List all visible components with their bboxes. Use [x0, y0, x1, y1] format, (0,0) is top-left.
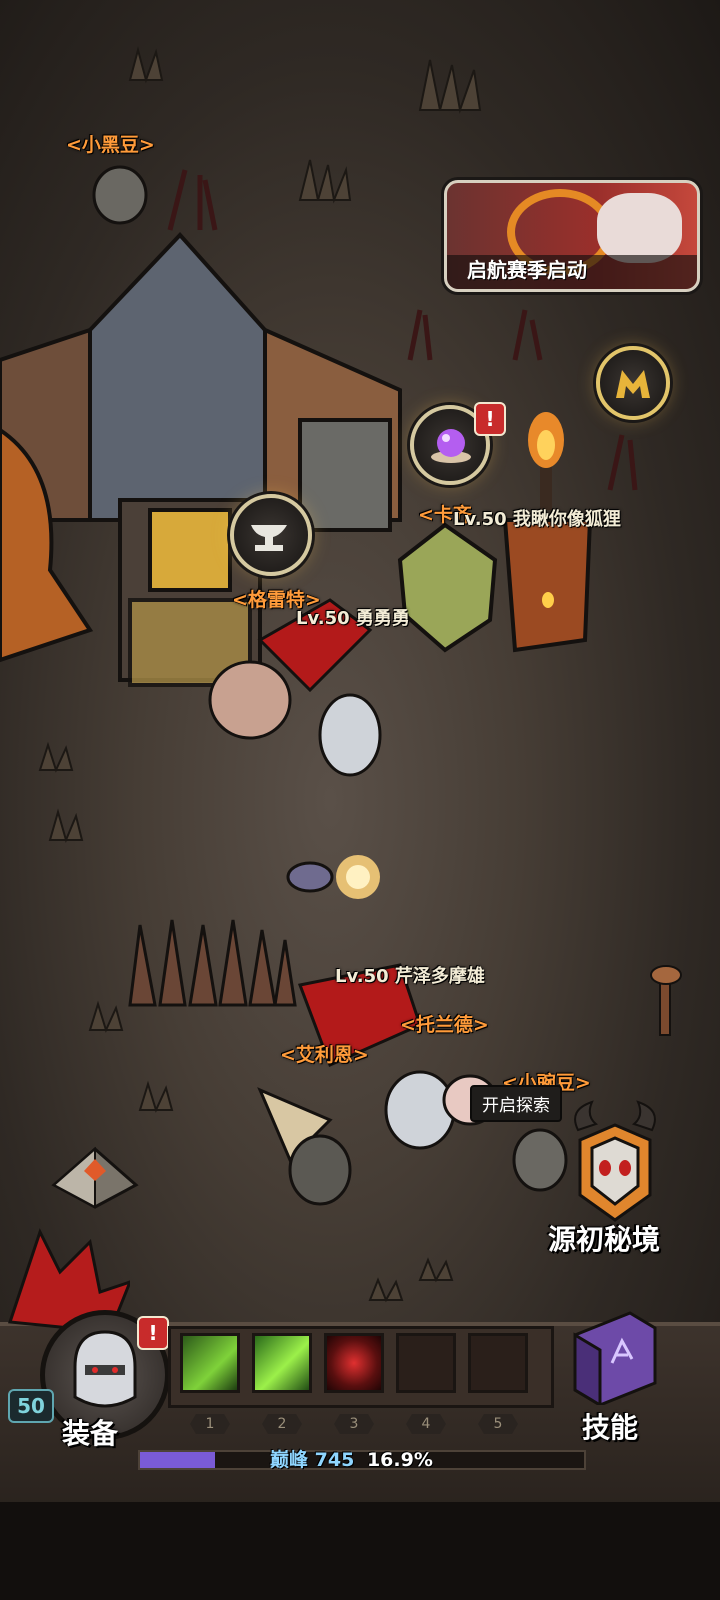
peak-percent: 16.9% [366, 1449, 433, 1471]
peak-label: 巅峰 [270, 1449, 309, 1471]
crystal-pyramid-button[interactable] [50, 1145, 140, 1210]
peak-value: 745 [314, 1449, 355, 1471]
spellbook-icon [573, 1311, 657, 1408]
crystal-pyramid-icon [51, 1146, 139, 1209]
skill-slot-4[interactable] [396, 1333, 456, 1393]
peak-progress-text: 巅峰 745 16.9% [270, 1445, 433, 1472]
npc-name-ailien: <艾利恩> [280, 1044, 369, 1066]
anvil-icon [251, 525, 287, 551]
player-name-yong: Lv.50 勇勇勇 [296, 608, 410, 629]
explore-bubble[interactable]: 开启探索 [470, 1085, 562, 1122]
blacksmith-npc-button[interactable] [230, 494, 312, 576]
crystal-orb-icon [431, 429, 471, 463]
player-name-ruize: Lv.50 芹泽多摩雄 [335, 966, 485, 987]
dungeon-label: 源初秘境 [548, 1223, 661, 1256]
skill-slot-3[interactable] [324, 1333, 384, 1393]
slot-number-2: 2 [262, 1414, 302, 1434]
mystic-alert-badge: ! [474, 402, 506, 436]
slot-number-5: 5 [478, 1414, 518, 1434]
hud-footer [0, 1502, 720, 1600]
alert-mark: ! [485, 407, 495, 431]
skill-label: 技能 [582, 1411, 639, 1444]
explore-bubble-label: 开启探索 [482, 1096, 550, 1116]
banner-label: 启航赛季启动 [467, 258, 587, 282]
skill-slot-1[interactable] [180, 1333, 240, 1393]
peak-progress-fill [140, 1452, 216, 1468]
skill-book-button[interactable] [560, 1305, 670, 1415]
level-badge: 50 [8, 1389, 54, 1423]
npc-name-xiaoheidou: <小黑豆> [66, 134, 155, 156]
alert-mark: ! [148, 1321, 158, 1345]
m-medal-icon [616, 370, 650, 398]
medal-button[interactable] [596, 346, 670, 420]
level-value: 50 [17, 1394, 45, 1418]
equipment-alert-badge: ! [137, 1316, 169, 1350]
knight-portrait-icon [73, 1330, 137, 1408]
skill-slot-5[interactable] [468, 1333, 528, 1393]
season-event-banner[interactable]: 启航赛季启动 [444, 180, 700, 292]
slot-number-4: 4 [406, 1414, 446, 1434]
npc-name-tuolande: <托兰德> [400, 1014, 489, 1036]
dungeon-portal-button[interactable]: 源初秘境 [548, 1100, 670, 1260]
slot-number-1: 1 [190, 1414, 230, 1434]
banner-character-art [597, 193, 682, 263]
equip-label: 装备 [62, 1417, 119, 1450]
slot-number-3: 3 [334, 1414, 374, 1434]
ram-skull-icon [574, 1100, 656, 1222]
player-name-fox: Lv.50 我瞅你像狐狸 [453, 509, 621, 530]
skill-slot-2[interactable] [252, 1333, 312, 1393]
